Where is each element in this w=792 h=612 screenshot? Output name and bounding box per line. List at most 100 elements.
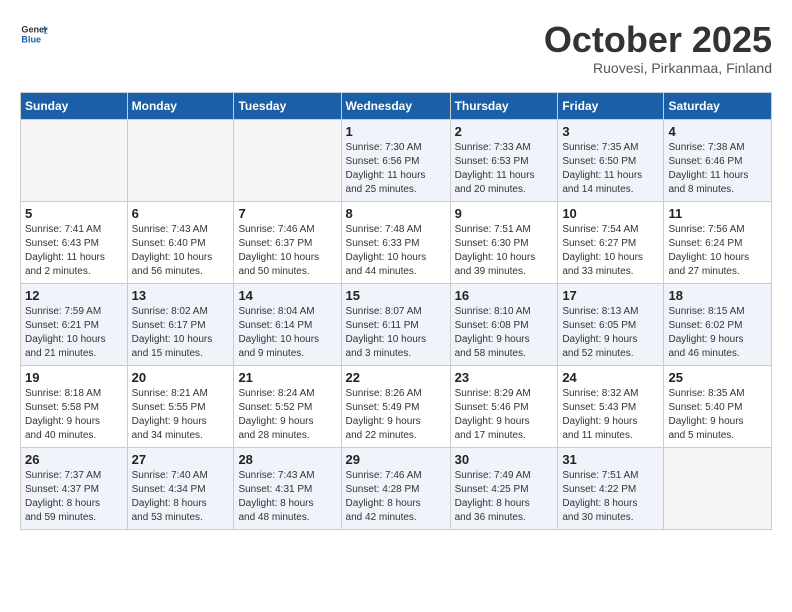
day-info: Sunrise: 7:49 AM Sunset: 4:25 PM Dayligh…: [455, 469, 554, 525]
calendar-cell: 30 Sunrise: 7:49 AM Sunset: 4:25 PM Dayli…: [450, 447, 558, 529]
day-info: Sunrise: 7:38 AM Sunset: 6:46 PM Dayligh…: [668, 141, 767, 197]
calendar-cell: 19 Sunrise: 8:18 AM Sunset: 5:58 PM Dayli…: [21, 365, 128, 447]
calendar-cell: 24 Sunrise: 8:32 AM Sunset: 5:43 PM Dayli…: [558, 365, 664, 447]
day-info: Sunrise: 8:13 AM Sunset: 6:05 PM Dayligh…: [562, 305, 659, 361]
calendar-cell: [664, 447, 772, 529]
day-number: 13: [132, 288, 230, 303]
calendar-cell: 21Sunrise: 8:24 AM Sunset: 5:52 PM Dayli…: [234, 365, 341, 447]
day-info: Sunrise: 8:24 AM Sunset: 5:52 PM Dayligh…: [238, 387, 336, 443]
calendar-cell: 1Sunrise: 7:30 AM Sunset: 6:56 PM Daylig…: [341, 119, 450, 201]
calendar-cell: 23Sunrise: 8:29 AM Sunset: 5:46 PM Dayli…: [450, 365, 558, 447]
calendar-cell: 14 Sunrise: 8:04 AM Sunset: 6:14 PM Dayli…: [234, 283, 341, 365]
day-info: Sunrise: 8:32 AM Sunset: 5:43 PM Dayligh…: [562, 387, 659, 443]
calendar-cell: 4 Sunrise: 7:38 AM Sunset: 6:46 PM Daylig…: [664, 119, 772, 201]
week-row-4: 26 Sunrise: 7:37 AM Sunset: 4:37 PM Dayli…: [21, 447, 772, 529]
day-info: Sunrise: 7:46 AM Sunset: 6:37 PM Dayligh…: [238, 223, 336, 279]
day-info: Sunrise: 7:43 AM Sunset: 6:40 PM Dayligh…: [132, 223, 230, 279]
calendar-cell: [127, 119, 234, 201]
calendar-table: SundayMondayTuesdayWednesdayThursdayFrid…: [20, 92, 772, 530]
day-number: 25: [668, 370, 767, 385]
day-number: 18: [668, 288, 767, 303]
calendar-cell: 20 Sunrise: 8:21 AM Sunset: 5:55 PM Dayli…: [127, 365, 234, 447]
day-number: 9: [455, 206, 554, 221]
calendar-cell: [234, 119, 341, 201]
calendar-cell: 22Sunrise: 8:26 AM Sunset: 5:49 PM Dayli…: [341, 365, 450, 447]
day-number: 12: [25, 288, 123, 303]
day-number: 28: [238, 452, 336, 467]
day-info: Sunrise: 8:15 AM Sunset: 6:02 PM Dayligh…: [668, 305, 767, 361]
day-info: Sunrise: 7:43 AM Sunset: 4:31 PM Dayligh…: [238, 469, 336, 525]
calendar-cell: 10Sunrise: 7:54 AM Sunset: 6:27 PM Dayli…: [558, 201, 664, 283]
day-number: 5: [25, 206, 123, 221]
day-number: 15: [346, 288, 446, 303]
header-monday: Monday: [127, 92, 234, 119]
calendar-cell: 7 Sunrise: 7:46 AM Sunset: 6:37 PM Daylig…: [234, 201, 341, 283]
calendar-cell: 18 Sunrise: 8:15 AM Sunset: 6:02 PM Dayli…: [664, 283, 772, 365]
day-info: Sunrise: 8:18 AM Sunset: 5:58 PM Dayligh…: [25, 387, 123, 443]
day-info: Sunrise: 7:51 AM Sunset: 6:30 PM Dayligh…: [455, 223, 554, 279]
calendar-cell: 11 Sunrise: 7:56 AM Sunset: 6:24 PM Dayli…: [664, 201, 772, 283]
week-row-2: 12 Sunrise: 7:59 AM Sunset: 6:21 PM Dayli…: [21, 283, 772, 365]
day-number: 23: [455, 370, 554, 385]
day-info: Sunrise: 7:37 AM Sunset: 4:37 PM Dayligh…: [25, 469, 123, 525]
day-info: Sunrise: 8:02 AM Sunset: 6:17 PM Dayligh…: [132, 305, 230, 361]
day-number: 30: [455, 452, 554, 467]
title-block: October 2025 Ruovesi, Pirkanmaa, Finland: [544, 20, 772, 76]
header-saturday: Saturday: [664, 92, 772, 119]
calendar-cell: 17Sunrise: 8:13 AM Sunset: 6:05 PM Dayli…: [558, 283, 664, 365]
day-number: 4: [668, 124, 767, 139]
calendar-cell: 31 Sunrise: 7:51 AM Sunset: 4:22 PM Dayli…: [558, 447, 664, 529]
calendar-cell: 26 Sunrise: 7:37 AM Sunset: 4:37 PM Dayli…: [21, 447, 128, 529]
day-info: Sunrise: 7:33 AM Sunset: 6:53 PM Dayligh…: [455, 141, 554, 197]
calendar-cell: 9 Sunrise: 7:51 AM Sunset: 6:30 PM Daylig…: [450, 201, 558, 283]
day-info: Sunrise: 7:56 AM Sunset: 6:24 PM Dayligh…: [668, 223, 767, 279]
page-header: General Blue October 2025 Ruovesi, Pirka…: [20, 20, 772, 76]
day-headers-row: SundayMondayTuesdayWednesdayThursdayFrid…: [21, 92, 772, 119]
week-row-1: 5 Sunrise: 7:41 AM Sunset: 6:43 PM Daylig…: [21, 201, 772, 283]
day-info: Sunrise: 7:40 AM Sunset: 4:34 PM Dayligh…: [132, 469, 230, 525]
day-number: 24: [562, 370, 659, 385]
svg-text:Blue: Blue: [21, 34, 41, 44]
day-number: 27: [132, 452, 230, 467]
day-info: Sunrise: 8:21 AM Sunset: 5:55 PM Dayligh…: [132, 387, 230, 443]
header-friday: Friday: [558, 92, 664, 119]
calendar-cell: 29 Sunrise: 7:46 AM Sunset: 4:28 PM Dayli…: [341, 447, 450, 529]
day-info: Sunrise: 7:48 AM Sunset: 6:33 PM Dayligh…: [346, 223, 446, 279]
location-subtitle: Ruovesi, Pirkanmaa, Finland: [544, 60, 772, 76]
calendar-cell: 2 Sunrise: 7:33 AM Sunset: 6:53 PM Daylig…: [450, 119, 558, 201]
day-number: 20: [132, 370, 230, 385]
day-number: 19: [25, 370, 123, 385]
day-number: 8: [346, 206, 446, 221]
day-number: 2: [455, 124, 554, 139]
calendar-cell: 27 Sunrise: 7:40 AM Sunset: 4:34 PM Dayli…: [127, 447, 234, 529]
calendar-cell: 12 Sunrise: 7:59 AM Sunset: 6:21 PM Dayli…: [21, 283, 128, 365]
calendar-cell: 3Sunrise: 7:35 AM Sunset: 6:50 PM Daylig…: [558, 119, 664, 201]
day-number: 16: [455, 288, 554, 303]
calendar-cell: [21, 119, 128, 201]
day-number: 14: [238, 288, 336, 303]
day-info: Sunrise: 7:46 AM Sunset: 4:28 PM Dayligh…: [346, 469, 446, 525]
day-number: 26: [25, 452, 123, 467]
logo-icon: General Blue: [20, 20, 48, 48]
day-number: 10: [562, 206, 659, 221]
header-tuesday: Tuesday: [234, 92, 341, 119]
day-info: Sunrise: 7:51 AM Sunset: 4:22 PM Dayligh…: [562, 469, 659, 525]
day-info: Sunrise: 8:26 AM Sunset: 5:49 PM Dayligh…: [346, 387, 446, 443]
day-number: 29: [346, 452, 446, 467]
calendar-cell: 16Sunrise: 8:10 AM Sunset: 6:08 PM Dayli…: [450, 283, 558, 365]
calendar-cell: 5 Sunrise: 7:41 AM Sunset: 6:43 PM Daylig…: [21, 201, 128, 283]
calendar-cell: 25 Sunrise: 8:35 AM Sunset: 5:40 PM Dayli…: [664, 365, 772, 447]
day-number: 7: [238, 206, 336, 221]
logo: General Blue: [20, 20, 48, 48]
day-info: Sunrise: 7:30 AM Sunset: 6:56 PM Dayligh…: [346, 141, 446, 197]
day-info: Sunrise: 7:35 AM Sunset: 6:50 PM Dayligh…: [562, 141, 659, 197]
day-info: Sunrise: 7:59 AM Sunset: 6:21 PM Dayligh…: [25, 305, 123, 361]
day-number: 6: [132, 206, 230, 221]
calendar-cell: 13 Sunrise: 8:02 AM Sunset: 6:17 PM Dayli…: [127, 283, 234, 365]
day-info: Sunrise: 8:04 AM Sunset: 6:14 PM Dayligh…: [238, 305, 336, 361]
day-info: Sunrise: 8:07 AM Sunset: 6:11 PM Dayligh…: [346, 305, 446, 361]
day-number: 31: [562, 452, 659, 467]
day-number: 11: [668, 206, 767, 221]
day-info: Sunrise: 8:35 AM Sunset: 5:40 PM Dayligh…: [668, 387, 767, 443]
day-info: Sunrise: 7:41 AM Sunset: 6:43 PM Dayligh…: [25, 223, 123, 279]
